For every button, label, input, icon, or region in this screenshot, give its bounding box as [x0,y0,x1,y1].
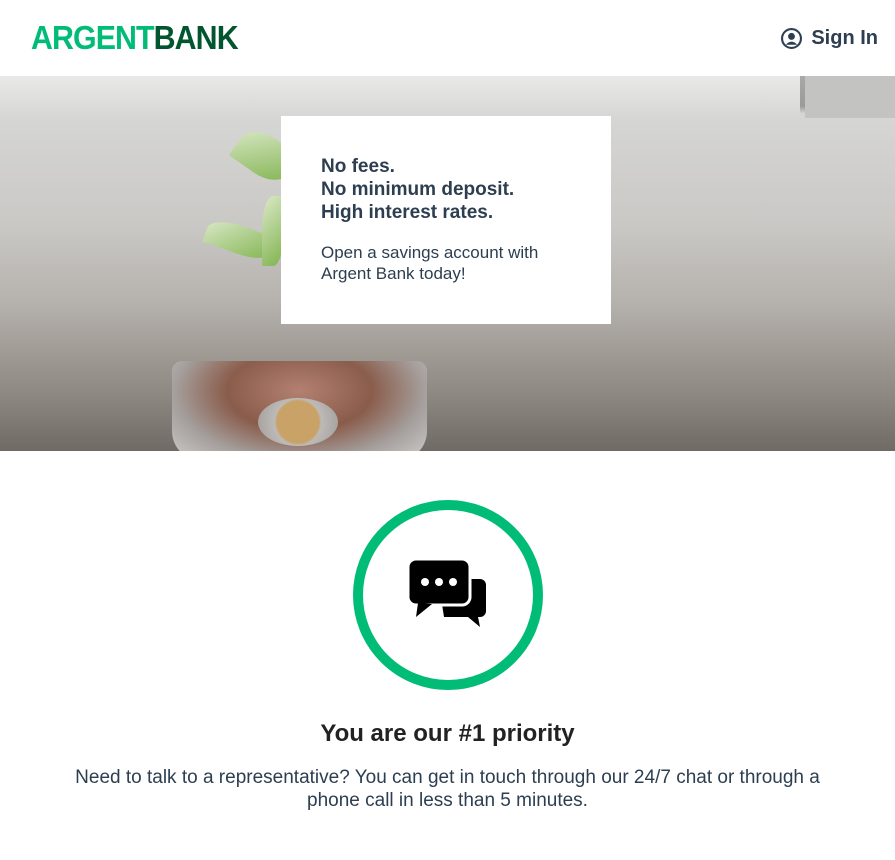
hero-subtitle: No minimum deposit. [321,179,515,200]
hero-background-window [805,76,895,118]
hero-subtitle: No fees. [321,156,395,177]
coin-image [258,398,338,446]
hero-text: Open a savings account with Argent Bank … [321,243,539,283]
user-circle-icon [781,27,803,49]
sign-in-link[interactable]: Sign In [781,27,878,50]
feature-text: Need to talk to a representative? You ca… [75,767,820,811]
feature-item: You are our #1 priority Need to talk to … [0,500,895,812]
chat-bubbles-icon [407,559,486,627]
main-nav: ARGENTBANK Sign In [0,0,895,76]
hero-background [0,76,800,116]
feature-title: You are our #1 priority [320,720,575,747]
feature-icon-ring [352,500,543,690]
hero-subtitle: High interest rates. [321,202,494,223]
logo-link[interactable]: ARGENTBANK [31,19,239,57]
logo-bank: BANK [153,19,239,56]
logo-argent: ARGENT [31,19,155,56]
hero-content-card: No fees. No minimum deposit. High intere… [281,116,611,324]
sign-in-label: Sign In [811,26,878,49]
